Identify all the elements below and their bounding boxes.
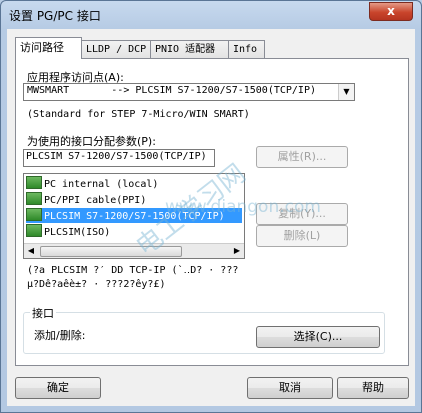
network-adapter-icon bbox=[26, 192, 42, 205]
tab-lldp-dcp[interactable]: LLDP / DCP bbox=[81, 40, 151, 58]
description-line-2: μ?Dê?aêè±? · ???2?êy?£) bbox=[27, 279, 166, 290]
chevron-down-icon[interactable]: ▼ bbox=[338, 84, 354, 100]
copy-button[interactable]: 复制(Y)... bbox=[256, 203, 348, 225]
list-item[interactable]: PC internal (local) bbox=[26, 176, 158, 191]
list-item-selected[interactable]: PLCSIM S7-1200/S7-1500(TCP/IP) bbox=[26, 208, 242, 223]
network-adapter-icon bbox=[26, 224, 42, 237]
tab-info[interactable]: Info bbox=[228, 40, 265, 58]
network-adapter-icon bbox=[26, 176, 42, 189]
dialog-window: 设置 PG/PC 接口 x 访问路径 LLDP / DCP PNIO 适配器 I… bbox=[0, 0, 422, 413]
horizontal-scrollbar[interactable]: ◀ ▶ bbox=[24, 243, 244, 258]
access-point-value: MWSMART --> PLCSIM S7-1200/S7-1500(TCP/I… bbox=[27, 85, 316, 96]
scroll-left-icon[interactable]: ◀ bbox=[24, 244, 38, 258]
select-button[interactable]: 选择(C)... bbox=[256, 326, 380, 348]
list-item[interactable]: PLCSIM(ISO) bbox=[26, 224, 110, 239]
tab-pnio-adapter[interactable]: PNIO 适配器 bbox=[150, 40, 229, 58]
group-caption: 接口 bbox=[30, 305, 56, 321]
properties-button[interactable]: 属性(R)... bbox=[256, 146, 348, 168]
list-item[interactable]: PC/PPI cable(PPI) bbox=[26, 192, 146, 207]
description-line-1: (?a PLCSIM ?′ DD TCP-IP (`‥D? · ??? bbox=[27, 265, 239, 276]
network-adapter-icon bbox=[26, 208, 42, 221]
ok-button[interactable]: 确定 bbox=[15, 377, 101, 399]
add-remove-label: 添加/删除: bbox=[34, 329, 86, 342]
scroll-right-icon[interactable]: ▶ bbox=[230, 244, 244, 258]
access-point-note: (Standard for STEP 7-Micro/WIN SMART) bbox=[27, 109, 250, 120]
window-title: 设置 PG/PC 接口 bbox=[9, 9, 101, 23]
close-button[interactable]: x bbox=[369, 2, 413, 21]
access-point-select[interactable]: MWSMART --> PLCSIM S7-1200/S7-1500(TCP/I… bbox=[23, 83, 355, 101]
params-value: PLCSIM S7-1200/S7-1500(TCP/IP) bbox=[26, 151, 207, 162]
params-field: PLCSIM S7-1200/S7-1500(TCP/IP) bbox=[23, 149, 215, 167]
help-button[interactable]: 帮助 bbox=[337, 377, 409, 399]
dialog-client: 访问路径 LLDP / DCP PNIO 适配器 Info 应用程序访问点(A)… bbox=[7, 29, 415, 406]
cancel-button[interactable]: 取消 bbox=[247, 377, 333, 399]
tab-access-path[interactable]: 访问路径 bbox=[15, 37, 82, 59]
close-icon: x bbox=[387, 4, 395, 18]
delete-button[interactable]: 删除(L) bbox=[256, 225, 348, 247]
params-label: 为使用的接口分配参数(P): bbox=[27, 135, 156, 148]
interface-list[interactable]: PC internal (local) PC/PPI cable(PPI) PL… bbox=[23, 173, 245, 259]
scrollbar-thumb[interactable] bbox=[40, 246, 182, 257]
